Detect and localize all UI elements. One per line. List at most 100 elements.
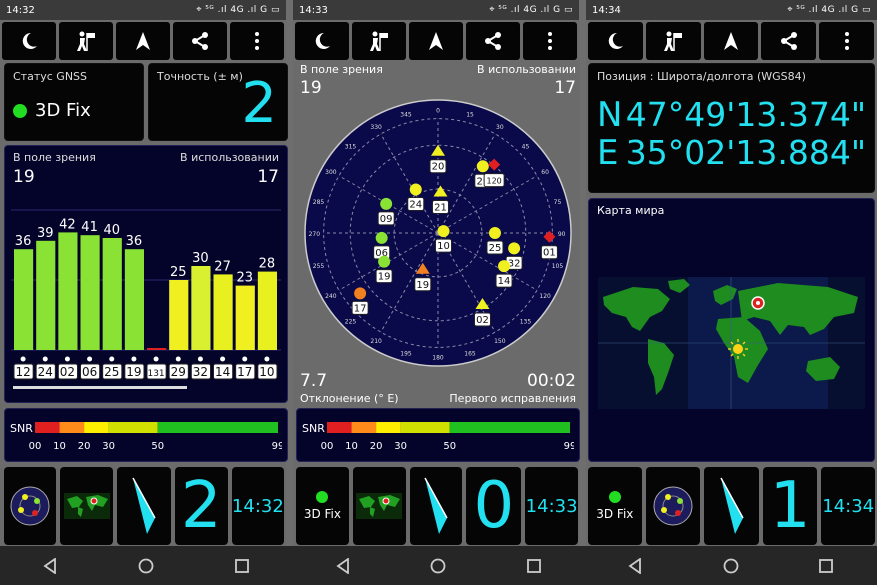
gnss-status-panel: Статус GNSS 3D Fix: [4, 63, 144, 141]
compass-tick-label: 60: [541, 169, 549, 176]
used-dot: [64, 356, 70, 362]
back-icon[interactable]: [336, 557, 350, 574]
share-button[interactable]: [173, 22, 227, 60]
compass-tick-label: 135: [520, 318, 532, 325]
back-icon[interactable]: [43, 557, 57, 574]
compass-tick-label: 90: [558, 231, 566, 238]
compass-widget[interactable]: [117, 467, 171, 545]
night-mode-button[interactable]: [588, 22, 643, 60]
more-button[interactable]: [819, 22, 874, 60]
clock-widget: 14:32: [231, 467, 284, 545]
home-icon[interactable]: [138, 558, 154, 574]
satellite-id-label: 17: [354, 303, 367, 314]
home-icon[interactable]: [723, 558, 739, 574]
share-button[interactable]: [466, 22, 520, 60]
satellite-id-label: 19: [378, 272, 391, 283]
snr-bar: [147, 348, 167, 350]
fix-widget[interactable]: 3D Fix: [296, 467, 349, 545]
more-button[interactable]: [523, 22, 577, 60]
compass-tick-label: 330: [370, 124, 382, 131]
toolbar: [295, 22, 577, 60]
used-dot: [131, 356, 137, 362]
in-view-count: 19: [13, 167, 35, 187]
compass-needle-icon: [132, 477, 156, 534]
snr-scale: SNR 00 10 20 30 50 99: [10, 422, 282, 452]
status-bar: 14:32 ⌖ ⁵ᴳ .ıl 4G .ıl G ▭: [0, 0, 286, 20]
snr-value-label: 36: [126, 234, 143, 249]
map-widget[interactable]: [60, 467, 114, 545]
satellite-id-label: 01: [543, 248, 556, 259]
latitude-value: 47°49'13.374": [625, 95, 866, 134]
accuracy-widget: 1: [762, 467, 818, 545]
snr-scale-tick: 10: [53, 441, 66, 452]
bottom-time: 14:34: [822, 495, 875, 517]
position-label: Позиция : Широта/долгота (WGS84): [597, 70, 806, 83]
status-icons: ⌖ ⁵ᴳ .ıl 4G .ıl G ▭: [787, 5, 871, 15]
navigation-arrow-icon: [429, 32, 443, 50]
screen-1: 14:32 ⌖ ⁵ᴳ .ıl 4G .ıl G ▭ Статус GNSS 3D…: [0, 0, 288, 546]
snr-value-label: 40: [103, 223, 120, 238]
explorer-button[interactable]: [59, 22, 113, 60]
snr-scale-segment: [84, 422, 109, 433]
home-icon[interactable]: [430, 558, 446, 574]
satellite-id-label: 24: [409, 199, 422, 210]
night-mode-button[interactable]: [2, 22, 56, 60]
navigate-button[interactable]: [703, 22, 759, 60]
moon-icon: [609, 32, 624, 49]
satellite-marker: [354, 287, 367, 300]
recents-icon[interactable]: [527, 558, 542, 573]
satellite-marker: [437, 225, 450, 238]
back-icon[interactable]: [628, 557, 642, 574]
bottom-time: 14:32: [231, 495, 284, 517]
clock-widget: 14:34: [821, 467, 875, 545]
bottom-time: 14:33: [525, 495, 578, 517]
map-label: Карта мира: [597, 204, 665, 217]
fix-status: 3D Fix: [35, 100, 91, 121]
toolbar: [2, 22, 284, 60]
used-dot: [264, 356, 270, 362]
compass-tick-label: 300: [325, 169, 337, 176]
snr-value-label: 27: [214, 259, 231, 274]
accuracy-widget: 2: [174, 467, 228, 545]
used-dot: [109, 356, 115, 362]
navigate-button[interactable]: [409, 22, 463, 60]
snr-scale-tick: 50: [151, 441, 164, 452]
navigate-button[interactable]: [116, 22, 170, 60]
accuracy-widget: 0: [466, 467, 522, 545]
compass-widget[interactable]: [409, 467, 463, 545]
compass-tick-label: 270: [309, 231, 321, 238]
recents-icon[interactable]: [819, 558, 834, 573]
bottom-fix: 3D Fix: [303, 507, 341, 521]
compass-tick-label: 195: [400, 350, 412, 357]
prn-label: 10: [259, 365, 274, 379]
snr-scale-segment: [327, 422, 352, 433]
snr-bar: [169, 280, 189, 350]
sky-widget[interactable]: [645, 467, 701, 545]
explorer-button[interactable]: [352, 22, 406, 60]
sky-view-icon: [10, 486, 50, 526]
bottom-fix: 3D Fix: [596, 507, 634, 521]
satellite-id-label: 120: [486, 177, 501, 186]
snr-value-label: 39: [37, 226, 54, 241]
share-button[interactable]: [761, 22, 817, 60]
snr-scale-segment: [157, 422, 278, 433]
compass-tick-label: 120: [539, 293, 551, 300]
used-dot: [197, 356, 203, 362]
more-button[interactable]: [230, 22, 284, 60]
deviation-label: Отклонение (° E): [300, 392, 399, 405]
share-icon: [780, 32, 797, 50]
sky-widget[interactable]: [4, 467, 57, 545]
satellite-marker: [375, 231, 388, 244]
compass-widget[interactable]: [704, 467, 759, 545]
recents-icon[interactable]: [234, 558, 249, 573]
fix-widget[interactable]: 3D Fix: [588, 467, 642, 545]
snr-scale-tick: 00: [321, 441, 334, 452]
explorer-button[interactable]: [645, 22, 701, 60]
snr-bar: [213, 274, 233, 350]
map-widget[interactable]: [352, 467, 406, 545]
clock: 14:34: [592, 4, 621, 16]
night-mode-button[interactable]: [295, 22, 349, 60]
longitude-value: 35°02'13.884": [625, 133, 866, 172]
prn-label: 12: [15, 365, 30, 379]
more-vert-icon: [548, 32, 552, 50]
